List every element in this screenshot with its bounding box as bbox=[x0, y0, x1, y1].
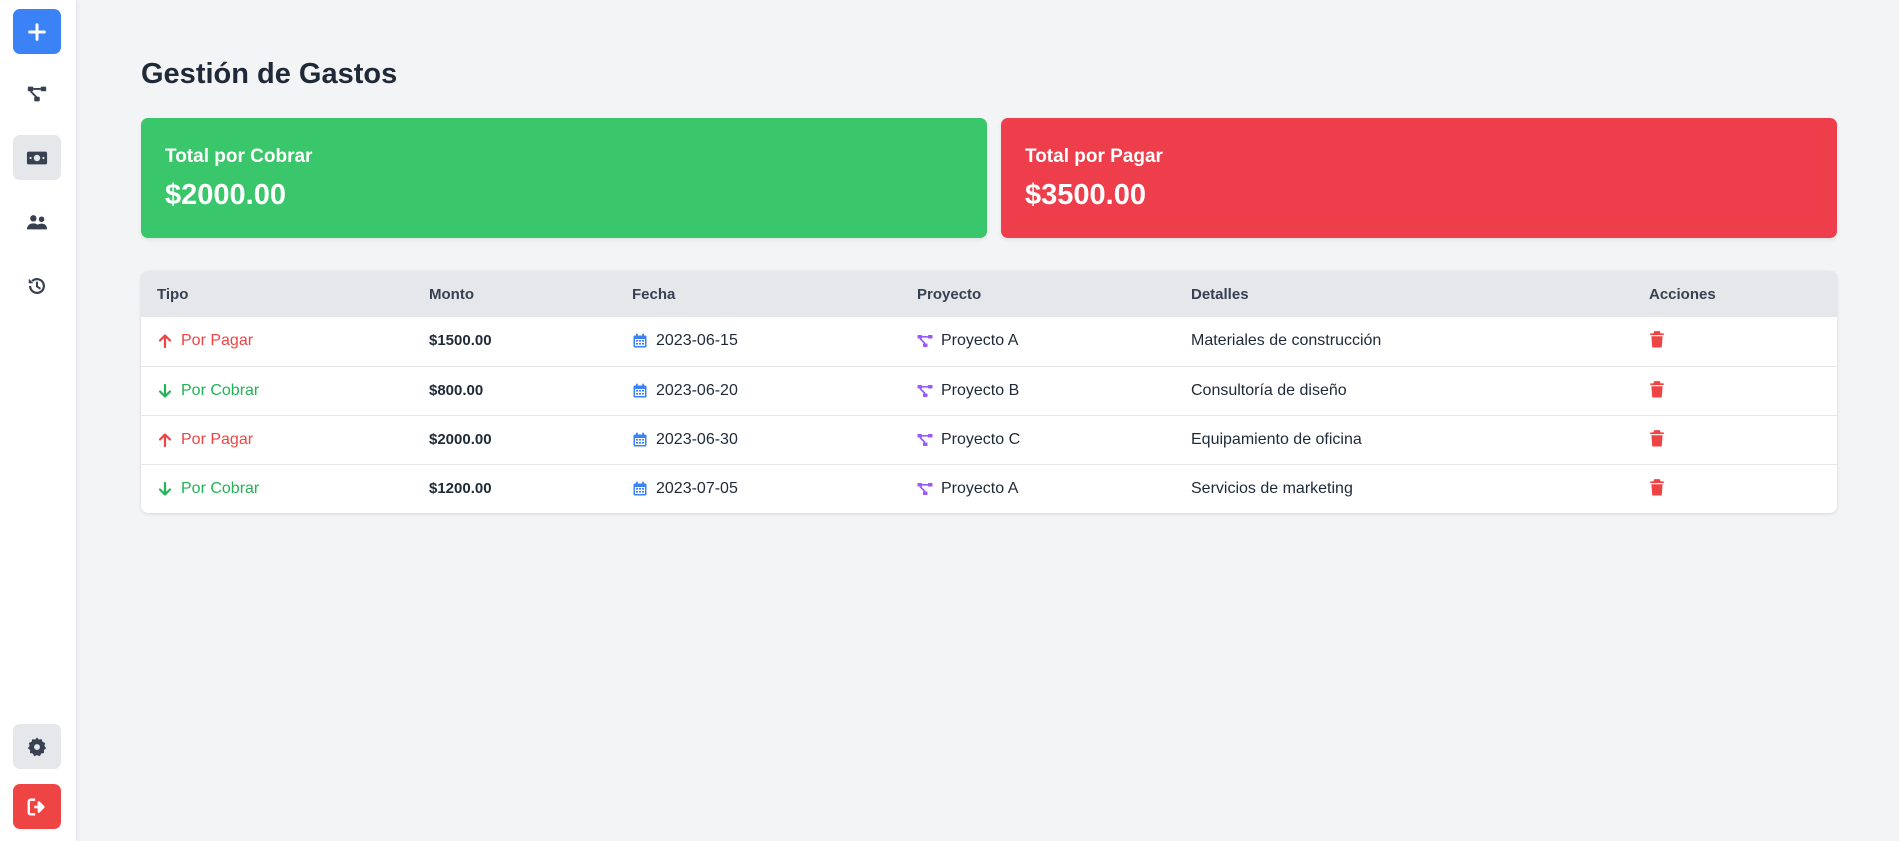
fecha-cell: 2023-06-30 bbox=[632, 431, 738, 449]
delete-button[interactable] bbox=[1649, 478, 1665, 496]
sidebar-item-history[interactable] bbox=[13, 263, 61, 308]
proyecto-label: Proyecto B bbox=[941, 382, 1020, 399]
proyecto-cell: Proyecto C bbox=[917, 431, 1020, 449]
table-row: Por Pagar $1500.00 2023-06-15 Proyecto A Mat… bbox=[141, 317, 1837, 366]
trash-icon bbox=[1650, 479, 1664, 496]
project-diagram-icon bbox=[917, 483, 933, 495]
trash-icon bbox=[1650, 331, 1664, 348]
detalles-cell: Servicios de marketing bbox=[1191, 480, 1353, 497]
proyecto-label: Proyecto A bbox=[941, 332, 1019, 349]
monto-cell: $2000.00 bbox=[429, 431, 492, 448]
table-row: Por Cobrar $1200.00 2023-07-05 Proyecto A Se… bbox=[141, 464, 1837, 513]
tipo-label: Por Pagar bbox=[181, 431, 254, 448]
add-button[interactable] bbox=[13, 9, 61, 54]
fecha-cell: 2023-06-20 bbox=[632, 382, 738, 400]
tipo-cell: Por Pagar bbox=[157, 332, 253, 350]
project-diagram-icon bbox=[917, 385, 933, 397]
trash-icon bbox=[1650, 381, 1664, 398]
monto-cell: $1200.00 bbox=[429, 480, 492, 497]
tipo-label: Por Cobrar bbox=[181, 382, 260, 399]
column-header-tipo: Tipo bbox=[157, 286, 189, 303]
sidebar-item-expenses[interactable] bbox=[13, 135, 61, 180]
tipo-cell: Por Pagar bbox=[157, 431, 253, 449]
settings-button[interactable] bbox=[13, 724, 61, 769]
fecha-cell: 2023-07-05 bbox=[632, 480, 738, 498]
proyecto-label: Proyecto C bbox=[941, 431, 1021, 448]
arrow-down-icon bbox=[158, 383, 172, 398]
total-cobrar-card: Total por Cobrar $2000.00 bbox=[141, 118, 987, 238]
logout-button[interactable] bbox=[13, 784, 61, 829]
sidebar-item-projects[interactable] bbox=[13, 71, 61, 116]
tipo-cell: Por Cobrar bbox=[157, 480, 259, 498]
calendar-icon bbox=[633, 333, 647, 348]
users-icon bbox=[26, 214, 48, 229]
column-header-acciones: Acciones bbox=[1649, 286, 1716, 303]
total-pagar-value: $3500.00 bbox=[1025, 179, 1146, 211]
total-cobrar-label: Total por Cobrar bbox=[165, 146, 313, 167]
proyecto-label: Proyecto A bbox=[941, 480, 1019, 497]
gear-icon bbox=[27, 736, 47, 756]
table-row: Por Cobrar $800.00 2023-06-20 Proyecto B Con… bbox=[141, 366, 1837, 415]
expenses-table: Tipo Monto Fecha Proyecto Detalles Accio… bbox=[141, 271, 1837, 513]
sidebar-item-users[interactable] bbox=[13, 199, 61, 244]
trash-icon bbox=[1650, 430, 1664, 447]
calendar-icon bbox=[633, 432, 647, 447]
calendar-icon bbox=[633, 383, 647, 398]
table-body: Por Pagar $1500.00 2023-06-15 Proyecto A Mat… bbox=[141, 317, 1837, 513]
total-cobrar-value: $2000.00 bbox=[165, 179, 286, 211]
project-diagram-icon bbox=[917, 335, 933, 347]
total-pagar-label: Total por Pagar bbox=[1025, 146, 1163, 167]
tipo-label: Por Cobrar bbox=[181, 480, 260, 497]
fecha-cell: 2023-06-15 bbox=[632, 332, 738, 350]
fecha-label: 2023-06-20 bbox=[656, 382, 738, 399]
delete-button[interactable] bbox=[1649, 330, 1665, 348]
detalles-cell: Equipamiento de oficina bbox=[1191, 431, 1362, 448]
logout-icon bbox=[27, 797, 45, 816]
column-header-fecha: Fecha bbox=[632, 286, 676, 303]
arrow-up-icon bbox=[158, 334, 172, 349]
project-tree-icon bbox=[27, 86, 47, 101]
arrow-up-icon bbox=[158, 433, 172, 448]
detalles-cell: Materiales de construcción bbox=[1191, 332, 1382, 349]
page-title: Gestión de Gastos bbox=[141, 58, 398, 90]
tipo-cell: Por Cobrar bbox=[157, 382, 259, 400]
fecha-label: 2023-06-30 bbox=[656, 431, 738, 448]
calendar-icon bbox=[633, 481, 647, 496]
money-bill-icon bbox=[26, 151, 48, 164]
column-header-detalles: Detalles bbox=[1191, 286, 1249, 303]
delete-button[interactable] bbox=[1649, 429, 1665, 447]
tipo-label: Por Pagar bbox=[181, 332, 254, 349]
total-pagar-card: Total por Pagar $3500.00 bbox=[1001, 118, 1837, 238]
project-diagram-icon bbox=[917, 434, 933, 446]
proyecto-cell: Proyecto A bbox=[917, 480, 1018, 498]
sidebar bbox=[0, 0, 77, 841]
proyecto-cell: Proyecto B bbox=[917, 382, 1019, 400]
delete-button[interactable] bbox=[1649, 380, 1665, 398]
table-header: Tipo Monto Fecha Proyecto Detalles Accio… bbox=[141, 271, 1837, 317]
table-row: Por Pagar $2000.00 2023-06-30 Proyecto C Equ… bbox=[141, 415, 1837, 464]
fecha-label: 2023-06-15 bbox=[656, 332, 738, 349]
detalles-cell: Consultoría de diseño bbox=[1191, 382, 1347, 399]
column-header-monto: Monto bbox=[429, 286, 474, 303]
plus-icon bbox=[28, 22, 46, 41]
column-header-proyecto: Proyecto bbox=[917, 286, 982, 303]
history-icon bbox=[28, 277, 45, 294]
fecha-label: 2023-07-05 bbox=[656, 480, 738, 497]
proyecto-cell: Proyecto A bbox=[917, 332, 1018, 350]
monto-cell: $800.00 bbox=[429, 382, 484, 399]
arrow-down-icon bbox=[158, 481, 172, 496]
monto-cell: $1500.00 bbox=[429, 332, 492, 349]
